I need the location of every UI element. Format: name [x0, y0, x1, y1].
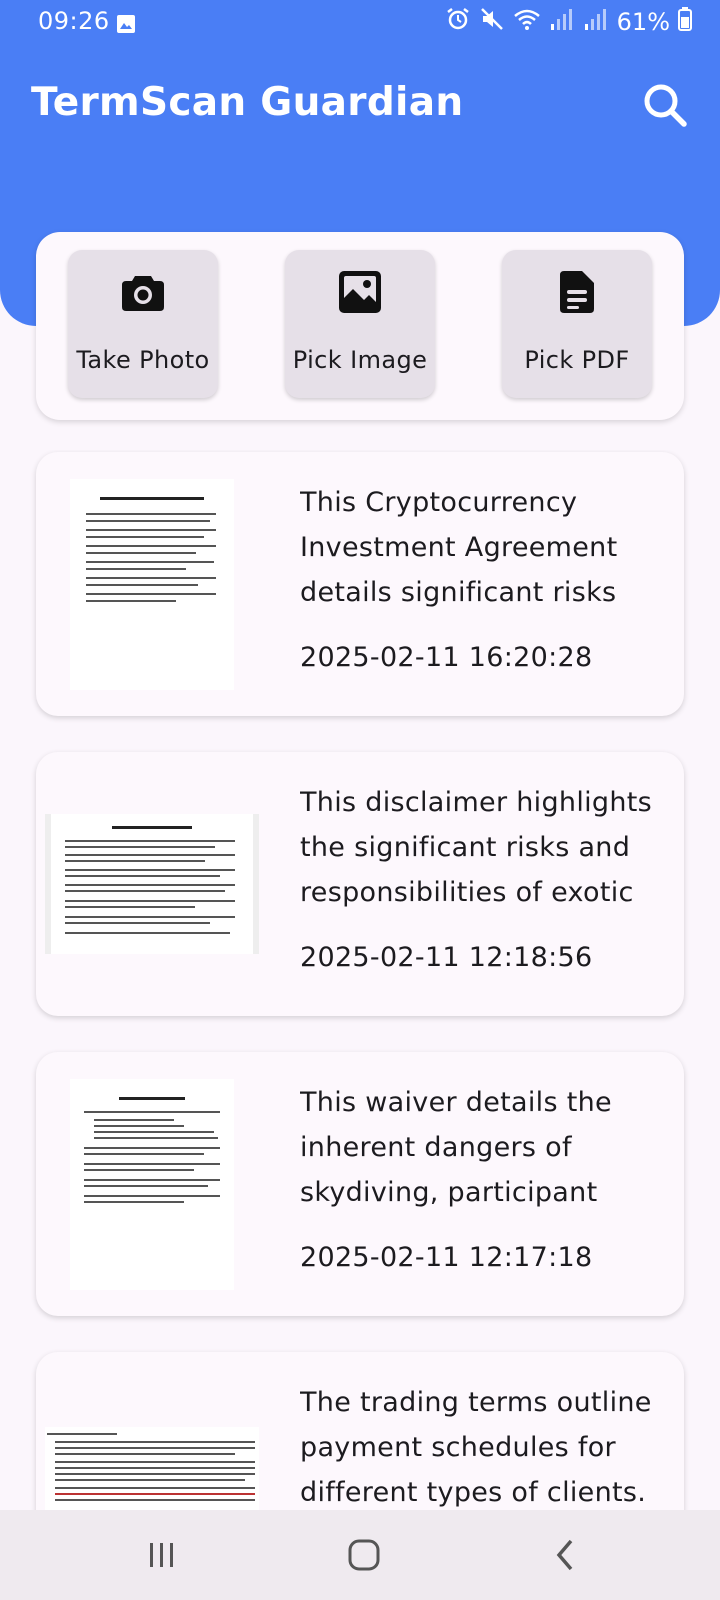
document-summary: This Cryptocurrency Investment Agreement…: [300, 487, 618, 608]
system-navigation-bar: [0, 1510, 720, 1600]
document-thumbnail: [70, 1079, 234, 1290]
document-card[interactable]: This waiver details the inherent dangers…: [36, 1052, 684, 1316]
document-summary: This disclaimer highlights the significa…: [300, 787, 653, 908]
take-photo-button[interactable]: Take Photo: [68, 250, 218, 398]
recents-button[interactable]: [132, 1530, 192, 1580]
document-thumbnail: [45, 1427, 259, 1510]
image-icon: [336, 268, 384, 320]
document-date: 2025-02-11 12:18:56: [300, 942, 593, 973]
back-icon: [556, 1539, 573, 1571]
pick-pdf-button[interactable]: Pick PDF: [502, 250, 652, 398]
signal-icon-2: [583, 6, 609, 38]
gallery-notification-icon: [116, 12, 136, 40]
take-photo-label: Take Photo: [76, 346, 210, 374]
scanned-documents-list[interactable]: This Cryptocurrency Investment Agreement…: [0, 450, 720, 1510]
status-time: 09:26: [38, 7, 110, 35]
battery-icon: [678, 7, 692, 37]
document-date: 2025-02-11 16:20:28: [300, 642, 593, 673]
document-icon: [553, 268, 601, 320]
search-button[interactable]: [638, 78, 692, 132]
alarm-icon: [445, 6, 471, 38]
home-icon: [348, 1539, 380, 1571]
pick-image-button[interactable]: Pick Image: [285, 250, 435, 398]
document-date: 2025-02-11 12:17:18: [300, 1242, 593, 1273]
document-thumbnail: [45, 814, 259, 954]
document-card[interactable]: This Cryptocurrency Investment Agreement…: [36, 452, 684, 716]
app-title: TermScan Guardian: [31, 80, 464, 125]
battery-percent: 61%: [616, 8, 670, 36]
wifi-icon: [513, 6, 541, 38]
status-icons: 61%: [445, 6, 692, 38]
camera-icon: [119, 268, 167, 320]
status-bar: 09:26 61%: [0, 0, 720, 44]
document-card[interactable]: This disclaimer highlights the significa…: [36, 752, 684, 1016]
back-button[interactable]: [536, 1530, 596, 1580]
recents-icon: [150, 1543, 173, 1567]
mute-icon: [479, 6, 505, 38]
home-button[interactable]: [334, 1530, 394, 1580]
search-icon: [644, 84, 687, 127]
document-summary: This waiver details the inherent dangers…: [300, 1087, 612, 1208]
pick-image-label: Pick Image: [292, 346, 428, 374]
document-summary: The trading terms outline payment schedu…: [300, 1387, 652, 1508]
document-thumbnail: [70, 479, 234, 690]
signal-icon: [549, 6, 575, 38]
document-card[interactable]: The trading terms outline payment schedu…: [36, 1352, 684, 1510]
scan-actions-card: Take Photo Pick Image Pick PDF: [36, 232, 684, 420]
pick-pdf-label: Pick PDF: [524, 346, 630, 374]
